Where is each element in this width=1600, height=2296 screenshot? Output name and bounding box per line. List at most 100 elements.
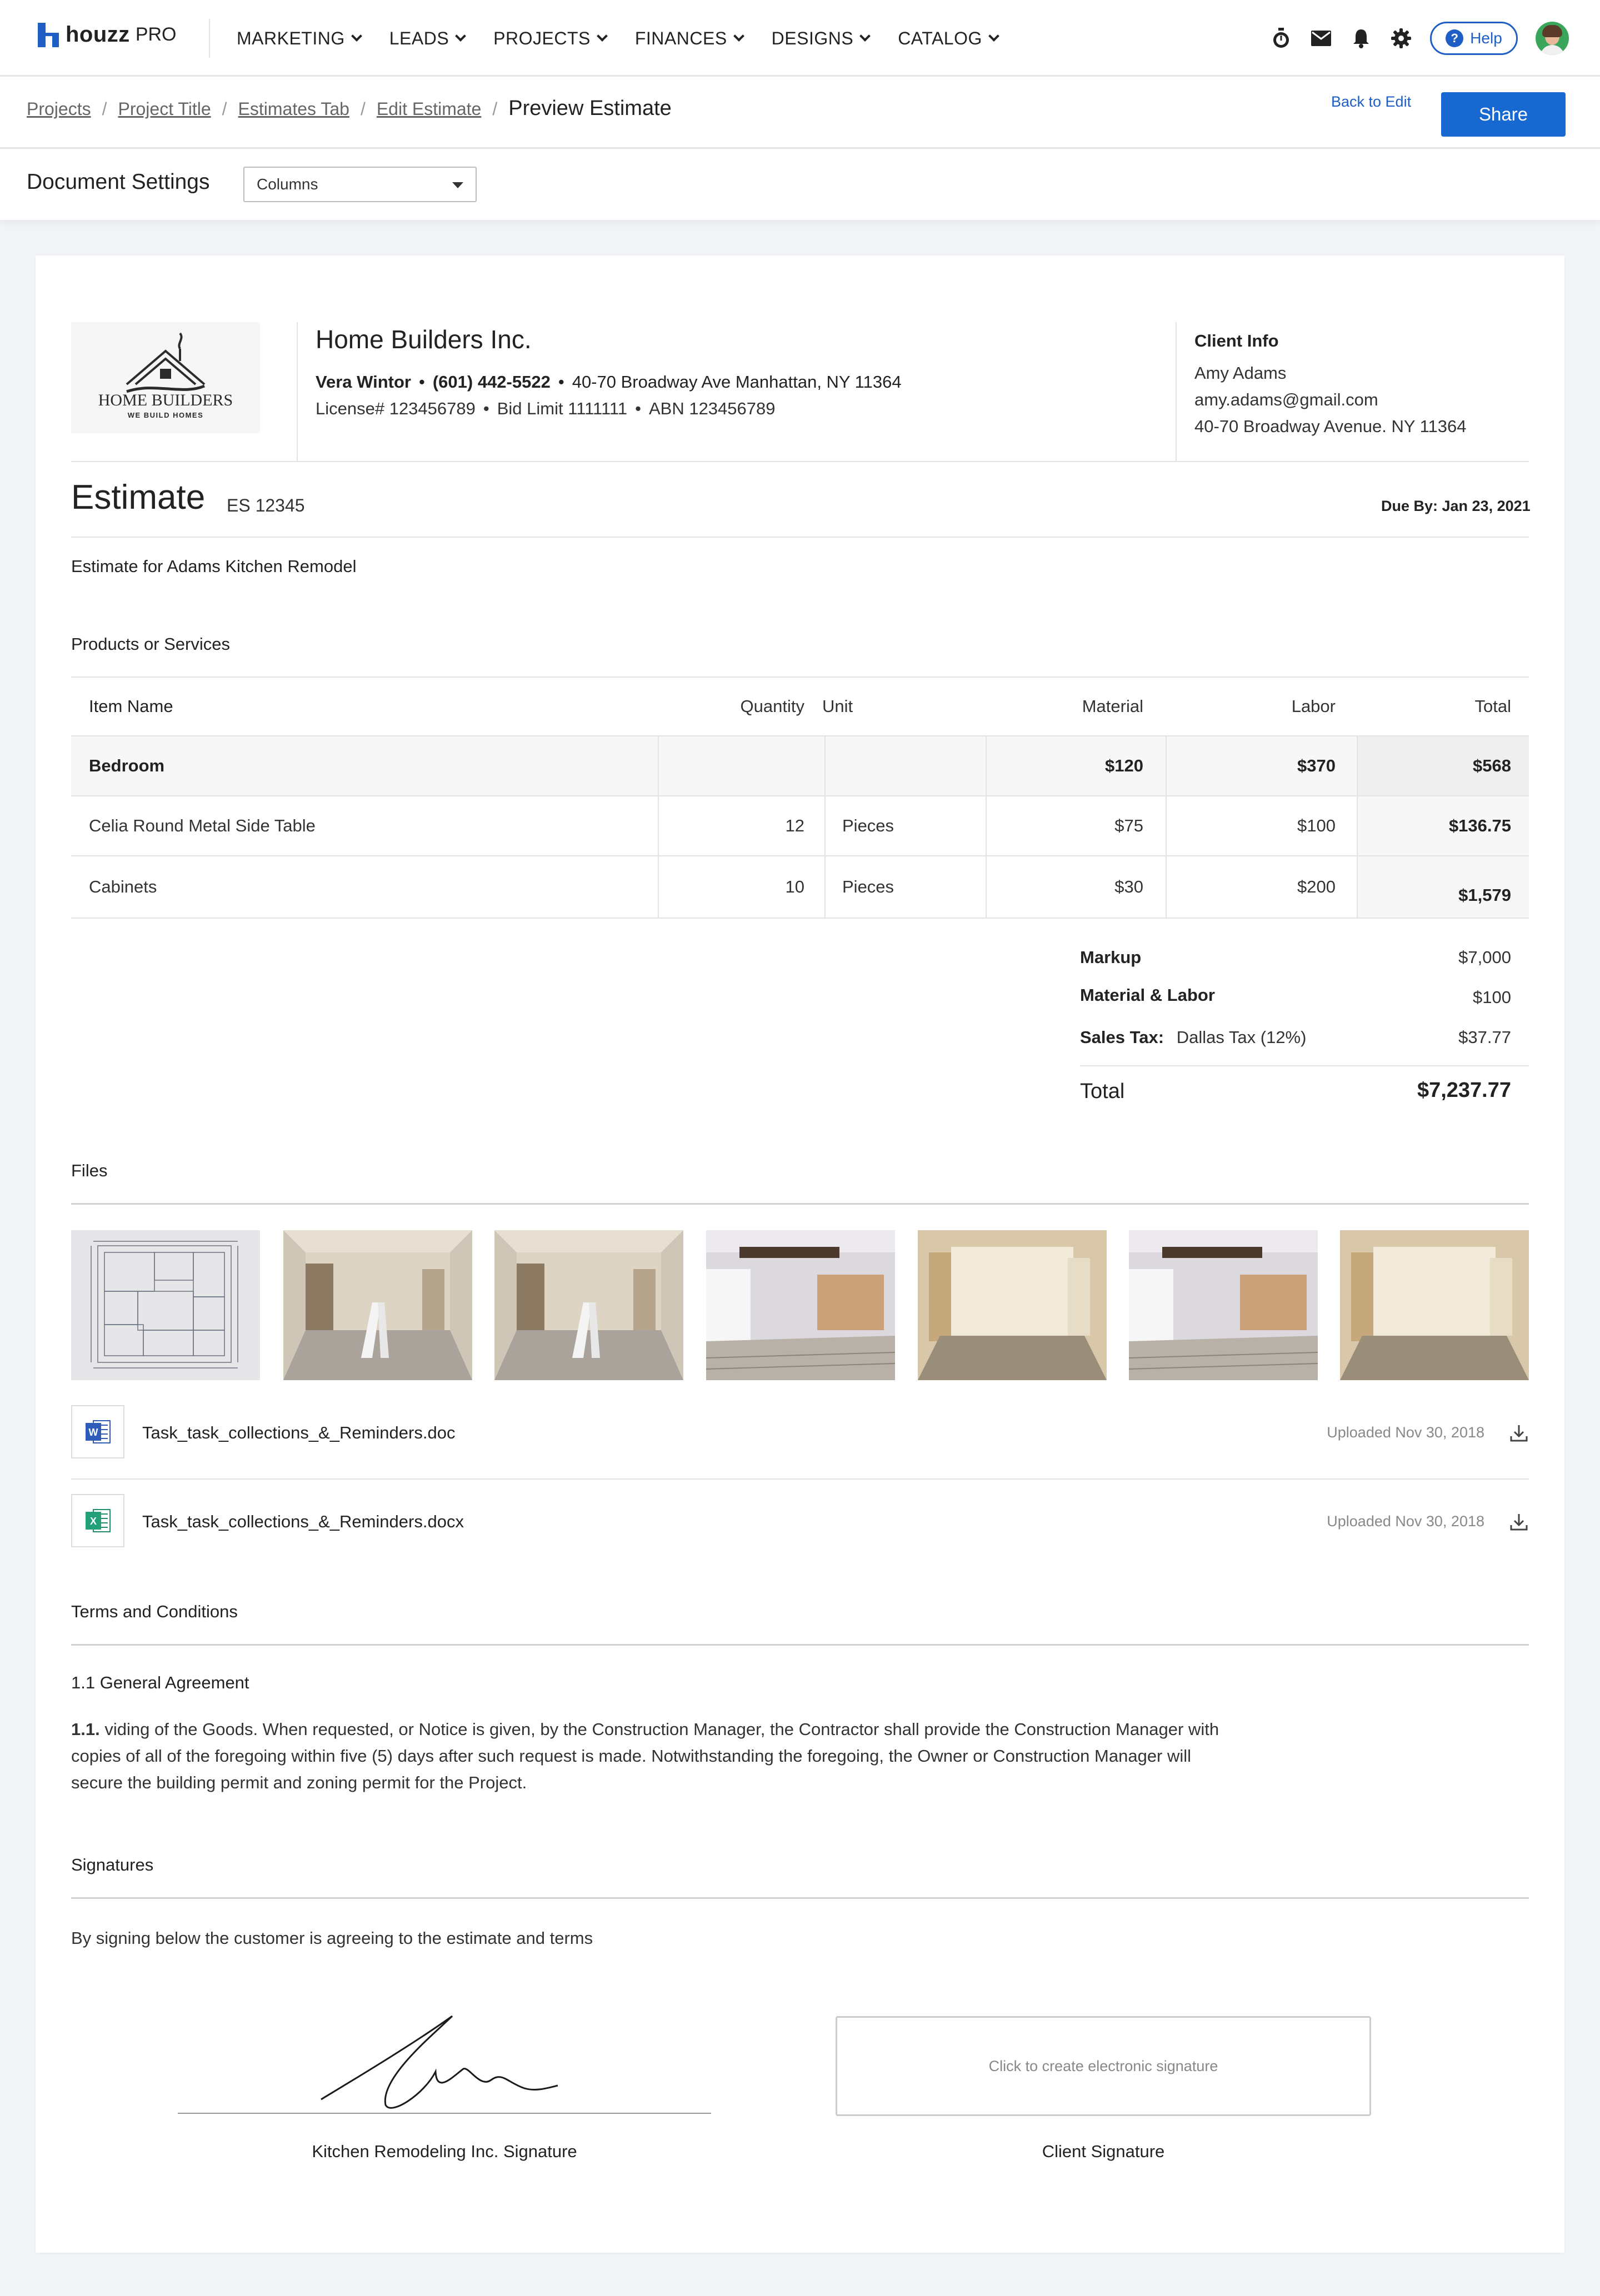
back-to-edit-link[interactable]: Back to Edit xyxy=(1331,93,1411,111)
client-signature-box[interactable]: Click to create electronic signature xyxy=(836,2016,1371,2116)
item-unit: Pieces xyxy=(842,816,894,835)
markup-value: $7,000 xyxy=(1458,948,1511,967)
nav-icons: ? Help xyxy=(1270,0,1600,77)
nav-designs[interactable]: DESIGNS xyxy=(772,28,871,49)
client-signature-placeholder: Click to create electronic signature xyxy=(988,2057,1218,2074)
header-total: Total xyxy=(1474,696,1511,716)
material-labor-label: Material & Labor xyxy=(1080,985,1215,1005)
breadcrumb-project-title[interactable]: Project Title xyxy=(118,99,211,119)
breadcrumb-projects[interactable]: Projects xyxy=(27,99,91,119)
company-address: 40-70 Broadway Ave Manhattan, NY 11364 xyxy=(572,372,902,392)
file-thumbnail-photo[interactable] xyxy=(918,1230,1107,1380)
item-total: $1,579 xyxy=(1458,885,1511,905)
timer-icon[interactable] xyxy=(1270,27,1292,49)
download-icon[interactable] xyxy=(1509,1422,1529,1444)
item-quantity: 10 xyxy=(785,877,804,896)
terms-clause: 1.1. viding of the Goods. When requested… xyxy=(71,1716,1238,1796)
header-item-name: Item Name xyxy=(89,696,173,716)
nav-projects[interactable]: PROJECTS xyxy=(493,28,608,49)
file-thumbnail-photo[interactable] xyxy=(494,1230,683,1380)
header-labor: Labor xyxy=(1291,696,1336,716)
file-thumbnail-photo[interactable] xyxy=(1129,1230,1318,1380)
houzz-pro-logo[interactable]: houzz PRO xyxy=(38,22,177,47)
help-label: Help xyxy=(1470,29,1502,47)
nav-leads[interactable]: LEADS xyxy=(389,28,467,49)
page-title: Preview Estimate xyxy=(508,97,672,120)
item-unit: Pieces xyxy=(842,877,894,896)
file-item[interactable]: X Task_task_collections_&_Reminders.docx… xyxy=(71,1472,1529,1561)
file-thumbnail-photo[interactable] xyxy=(1340,1230,1529,1380)
clause-text: viding of the Goods. When requested, or … xyxy=(71,1720,1219,1792)
due-date: Due By: Jan 23, 2021 xyxy=(1381,498,1531,514)
sales-tax-name: Dallas Tax (12%) xyxy=(1176,1027,1307,1047)
files-section-title: Files xyxy=(71,1161,108,1180)
contractor-signature-line xyxy=(178,2113,711,2114)
signature-note: By signing below the customer is agreein… xyxy=(71,1928,593,1948)
group-material: $120 xyxy=(1105,756,1143,775)
file-thumbnail-blueprint[interactable] xyxy=(71,1230,260,1380)
share-button[interactable]: Share xyxy=(1441,92,1566,137)
brand-name: houzz xyxy=(66,22,130,47)
item-total: $136.75 xyxy=(1448,816,1511,835)
contact-name: Vera Wintor xyxy=(316,372,411,392)
file-thumbnail-photo[interactable] xyxy=(283,1230,472,1380)
estimate-number: ES 12345 xyxy=(227,495,305,515)
total-value: $7,237.77 xyxy=(1417,1079,1511,1102)
material-labor-value: $100 xyxy=(1473,987,1511,1007)
breadcrumb-estimates-tab[interactable]: Estimates Tab xyxy=(238,99,349,119)
houzz-logo-icon xyxy=(38,22,60,47)
estimate-document: HOME BUILDERS WE BUILD HOMES Home Builde… xyxy=(36,255,1564,2253)
terms-section-title: Terms and Conditions xyxy=(71,1602,238,1621)
header-material: Material xyxy=(1082,696,1143,716)
document-settings-title: Document Settings xyxy=(27,170,210,194)
item-material: $30 xyxy=(1114,877,1143,896)
total-label: Total xyxy=(1080,1080,1125,1103)
sales-tax-label: Sales Tax: xyxy=(1080,1027,1164,1047)
nav-finances[interactable]: FINANCES xyxy=(635,28,744,49)
brand-suffix: PRO xyxy=(135,24,177,45)
logo-title: HOME BUILDERS xyxy=(98,391,233,409)
avatar[interactable] xyxy=(1536,22,1569,55)
nav-marketing[interactable]: MARKETING xyxy=(237,28,362,49)
table-row: Cabinets 10 Pieces $30 $200 $1,579 xyxy=(71,856,1529,919)
file-name: Task_task_collections_&_Reminders.doc xyxy=(142,1423,456,1442)
excel-doc-icon: X xyxy=(71,1494,124,1547)
mail-icon[interactable] xyxy=(1310,27,1332,49)
table-group-row: Bedroom $120 $370 $568 xyxy=(71,736,1529,796)
divider xyxy=(1176,322,1177,461)
divider xyxy=(297,322,298,461)
company-logo: HOME BUILDERS WE BUILD HOMES xyxy=(71,322,260,433)
markup-label: Markup xyxy=(1080,948,1142,967)
company-license-line: License# 123456789 • Bid Limit 1111111 • ABN… xyxy=(316,399,776,418)
file-thumbnail-photo[interactable] xyxy=(706,1230,895,1380)
nav-divider xyxy=(209,19,210,58)
divider xyxy=(1080,1065,1529,1066)
caret-down-icon xyxy=(452,182,463,188)
estimate-description: Estimate for Adams Kitchen Remodel xyxy=(71,557,357,576)
company-name: Home Builders Inc. xyxy=(316,325,532,354)
item-labor: $200 xyxy=(1297,877,1336,896)
help-button[interactable]: ? Help xyxy=(1430,22,1518,55)
file-upload-date: Uploaded Nov 30, 2018 xyxy=(1327,1424,1484,1441)
chevron-down-icon xyxy=(859,31,871,42)
client-signature-label: Client Signature xyxy=(1042,2142,1165,2161)
estimate-title: Estimate xyxy=(71,478,206,517)
columns-select[interactable]: Columns xyxy=(243,167,477,202)
bell-icon[interactable] xyxy=(1350,27,1372,49)
breadcrumb-edit-estimate[interactable]: Edit Estimate xyxy=(377,99,482,119)
group-name: Bedroom xyxy=(89,756,165,775)
download-icon[interactable] xyxy=(1509,1511,1529,1533)
nav-label: CATALOG xyxy=(898,28,982,48)
file-item[interactable]: W Task_task_collections_&_Reminders.doc … xyxy=(71,1383,1529,1472)
table-row: Celia Round Metal Side Table 12 Pieces $… xyxy=(71,796,1529,856)
chevron-down-icon xyxy=(596,31,608,42)
nav-label: LEADS xyxy=(389,28,449,48)
terms-subtitle: 1.1 General Agreement xyxy=(71,1673,249,1692)
gear-icon[interactable] xyxy=(1390,27,1412,49)
company-bid-limit: Bid Limit 1111111 xyxy=(497,399,628,418)
breadcrumb-separator: / xyxy=(360,99,366,119)
divider xyxy=(71,537,1529,538)
nav-catalog[interactable]: CATALOG xyxy=(898,28,999,49)
client-address: 40-70 Broadway Avenue. NY 11364 xyxy=(1194,417,1467,436)
item-quantity: 12 xyxy=(785,816,804,835)
